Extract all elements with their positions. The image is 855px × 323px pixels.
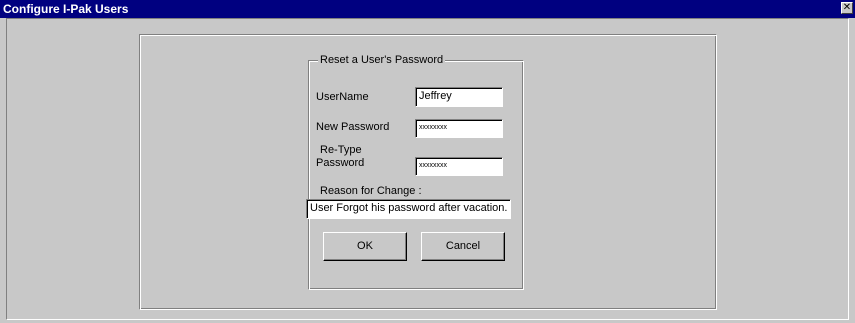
reason-input[interactable]: User Forgot his password after vacation.	[306, 199, 511, 219]
username-input[interactable]: Jeffrey	[415, 87, 503, 107]
new-password-label: New Password	[316, 121, 390, 133]
window-title: Configure I-Pak Users	[3, 2, 129, 16]
retype-password-label-line1: Re-Type	[320, 144, 362, 156]
reset-password-groupbox: Reset a User's Password UserName Jeffrey…	[306, 53, 524, 290]
username-label: UserName	[316, 91, 369, 103]
retype-password-input[interactable]: xxxxxxxx	[415, 157, 503, 176]
cancel-button[interactable]: Cancel	[421, 232, 505, 261]
groupbox-legend: Reset a User's Password	[318, 53, 446, 67]
close-icon[interactable]: ✕	[841, 2, 853, 14]
configure-users-window: Configure I-Pak Users ✕ Reset a User's P…	[0, 0, 855, 323]
reason-label: Reason for Change :	[320, 185, 422, 197]
window-titlebar[interactable]: Configure I-Pak Users ✕	[0, 0, 855, 18]
window-client-area: Reset a User's Password UserName Jeffrey…	[6, 18, 849, 320]
retype-password-label-line2: Password	[316, 157, 365, 169]
new-password-input[interactable]: xxxxxxxx	[415, 119, 503, 138]
ok-button[interactable]: OK	[323, 232, 407, 261]
